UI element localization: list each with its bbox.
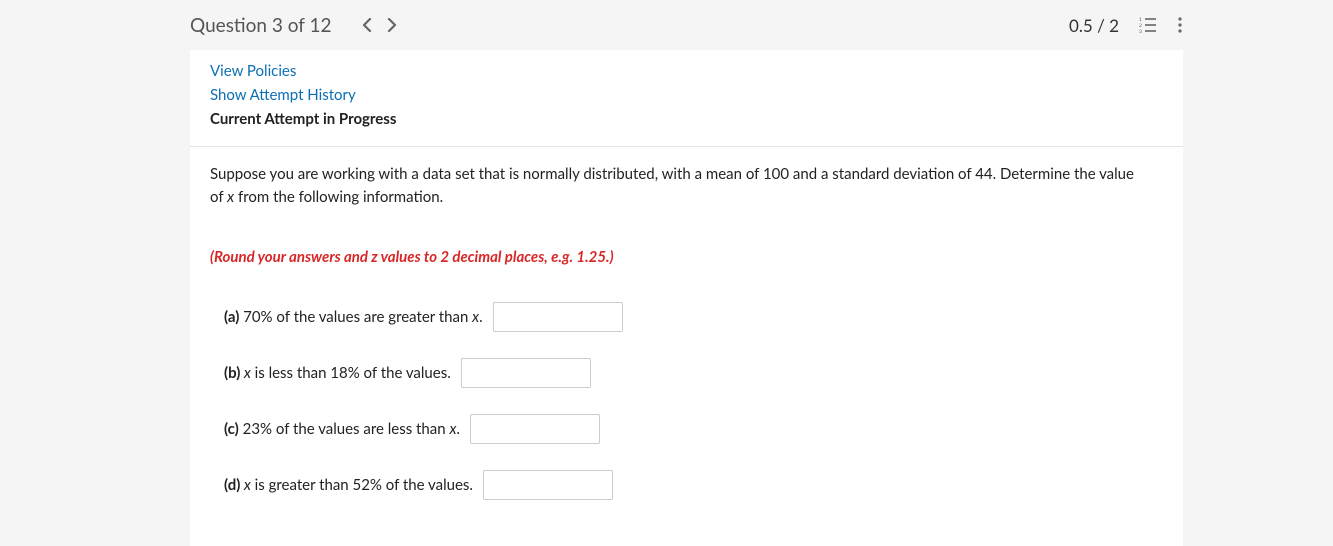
score-display: 0.5 / 2 <box>1069 15 1119 36</box>
question-list-icon[interactable]: 1 2 3 <box>1139 16 1157 34</box>
question-parts: (a) 70% of the values are greater than x… <box>210 302 1163 500</box>
part-d-label: (d) x is greater than 52% of the values. <box>224 476 473 494</box>
part-a-bold: (a) <box>224 308 239 326</box>
part-d: (d) x is greater than 52% of the values. <box>224 470 1163 500</box>
part-c-bold: (c) <box>224 420 239 438</box>
svg-text:3: 3 <box>1139 29 1142 34</box>
part-b-bold: (b) <box>224 364 240 382</box>
header-left: Question 3 of 12 <box>190 14 397 37</box>
part-b: (b) x is less than 18% of the values. <box>224 358 1163 388</box>
prev-question-icon[interactable] <box>362 14 372 36</box>
header-right: 0.5 / 2 1 2 3 <box>1069 15 1183 36</box>
question-text: Suppose you are working with a data set … <box>210 163 1150 208</box>
part-c-pre: 23% of the values are less than <box>239 420 450 438</box>
part-c: (c) 23% of the values are less than x. <box>224 414 1163 444</box>
part-b-post: is less than 18% of the values. <box>251 364 451 382</box>
part-c-post: . <box>456 420 460 438</box>
part-d-var: x <box>240 476 250 494</box>
question-text-post: from the following information. <box>234 188 443 206</box>
next-question-icon[interactable] <box>387 14 397 36</box>
part-c-input[interactable] <box>470 414 600 444</box>
nav-arrows <box>362 14 397 36</box>
rounding-instruction: (Round your answers and z values to 2 de… <box>210 248 1163 266</box>
part-d-post: is greater than 52% of the values. <box>251 476 473 494</box>
part-c-label: (c) 23% of the values are less than x. <box>224 420 460 438</box>
part-a-post: . <box>479 308 483 326</box>
show-attempt-history-link[interactable]: Show Attempt History <box>210 86 1163 104</box>
part-b-var: x <box>240 364 250 382</box>
part-a: (a) 70% of the values are greater than x… <box>224 302 1163 332</box>
question-block: Suppose you are working with a data set … <box>190 146 1183 500</box>
part-b-input[interactable] <box>461 358 591 388</box>
view-policies-link[interactable]: View Policies <box>210 62 1163 80</box>
part-a-pre: 70% of the values are greater than <box>239 308 472 326</box>
part-b-label: (b) x is less than 18% of the values. <box>224 364 451 382</box>
part-a-input[interactable] <box>493 302 623 332</box>
current-attempt-label: Current Attempt in Progress <box>210 110 1163 128</box>
part-d-input[interactable] <box>483 470 613 500</box>
part-a-label: (a) 70% of the values are greater than x… <box>224 308 483 326</box>
question-title: Question 3 of 12 <box>190 14 332 37</box>
question-header: Question 3 of 12 0.5 / 2 1 2 3 <box>0 0 1333 50</box>
question-content: View Policies Show Attempt History Curre… <box>190 50 1183 546</box>
part-d-bold: (d) <box>224 476 240 494</box>
more-options-icon[interactable] <box>1177 16 1183 34</box>
